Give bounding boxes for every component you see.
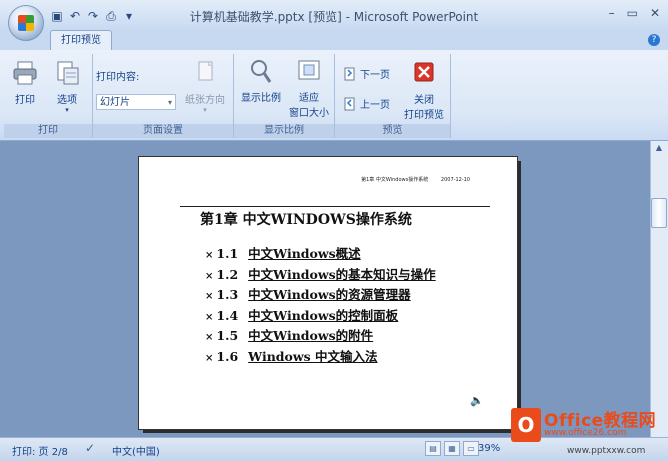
orientation-button: 纸张方向 ▾	[183, 60, 227, 114]
window-title: 计算机基础教学.pptx [预览] - Microsoft PowerPoint	[189, 10, 479, 24]
options-label: 选项	[57, 95, 77, 106]
scroll-up-icon[interactable]: ▲	[652, 143, 666, 155]
slideshow-icon[interactable]: ▭	[463, 441, 479, 456]
vertical-scrollbar[interactable]	[650, 141, 668, 437]
options-button[interactable]: 选项 ▾	[50, 60, 84, 114]
page-setup-group: 打印内容: 幻灯片 ▾ 纸张方向 ▾ 页面设置	[93, 54, 234, 138]
speaker-icon: 🔈	[470, 394, 484, 407]
scrollbar-thumb[interactable]	[651, 198, 667, 228]
close-preview-line1: 关闭	[414, 95, 434, 106]
print-group: 打印 选项 ▾ 打印	[4, 54, 93, 138]
toc-text: Windows 中文输入法	[248, 348, 378, 364]
normal-view-icon[interactable]: ▤	[425, 441, 441, 456]
preview-group: 下一页 上一页 关闭 打印预览 预览	[335, 54, 451, 138]
maximize-button[interactable]: ▭	[627, 6, 638, 20]
toc-text: 中文Windows的控制面板	[248, 307, 399, 323]
fit-window-line1: 适应	[299, 93, 319, 104]
view-buttons: ▤ ▦ ▭	[425, 441, 479, 456]
magnifier-icon	[251, 60, 272, 83]
chevron-down-icon: ▾	[167, 98, 172, 107]
toc-bullet: ×	[205, 311, 214, 323]
office-button[interactable]	[8, 5, 44, 41]
close-preview-line2: 打印预览	[404, 110, 444, 121]
status-page: 打印: 页 2/8	[12, 447, 68, 458]
toc-item: × 1.4 中文Windows的控制面板	[205, 305, 398, 324]
watermark-url: www.office26.com	[544, 428, 627, 438]
page-setup-group-label: 页面设置	[93, 124, 233, 138]
toc-text: 中文Windows的基本知识与操作	[248, 266, 436, 282]
toc-item: × 1.5 中文Windows的附件	[205, 325, 373, 344]
print-what-value: 幻灯片	[100, 97, 130, 108]
close-button[interactable]: ✕	[650, 6, 660, 20]
toc-number: 1.5	[216, 328, 239, 343]
window-controls: – ▭ ✕	[609, 6, 660, 20]
help-button[interactable]: ?	[648, 34, 660, 46]
printer-icon	[13, 61, 37, 85]
toc-text: 中文Windows的资源管理器	[248, 287, 411, 302]
toc-text: 中文Windows的附件	[248, 328, 374, 343]
toc-number: 1.4	[216, 307, 239, 323]
watermark-logo: O	[511, 408, 541, 442]
print-what-select[interactable]: 幻灯片 ▾	[96, 94, 176, 110]
toc-item: × 1.1 中文Windows概述	[205, 243, 361, 262]
options-icon	[57, 61, 79, 85]
chapter-title: 第1章 中文WINDOWS操作系统	[200, 212, 412, 228]
header-rule	[180, 206, 490, 207]
fit-window-line2: 窗口大小	[289, 108, 329, 119]
zoom-level[interactable]: 39%	[478, 443, 500, 454]
fit-window-icon	[298, 60, 320, 80]
preview-group-label: 预览	[335, 124, 450, 138]
print-label: 打印	[15, 95, 35, 106]
prev-page-label: 上一页	[360, 100, 390, 111]
orientation-label: 纸张方向	[185, 95, 225, 106]
close-preview-button[interactable]: 关闭 打印预览	[399, 60, 449, 121]
toc-bullet: ×	[205, 250, 214, 261]
next-page-icon	[344, 67, 355, 80]
toc-text: 中文Windows概述	[248, 246, 361, 261]
zoom-group: 显示比例 适应 窗口大小 显示比例	[234, 54, 335, 138]
tab-print-preview[interactable]: 打印预览	[50, 30, 112, 51]
next-page-label: 下一页	[360, 70, 390, 81]
office-logo-icon	[18, 15, 34, 31]
toc-item: × 1.2 中文Windows的基本知识与操作	[205, 264, 436, 283]
prev-page-button[interactable]: 上一页	[343, 96, 390, 111]
chevron-down-icon: ▾	[65, 106, 69, 114]
print-button[interactable]: 打印	[10, 60, 40, 106]
toc-item: × 1.6 Windows 中文输入法	[205, 346, 378, 365]
toc-bullet: ×	[205, 291, 214, 302]
next-page-button[interactable]: 下一页	[343, 66, 390, 81]
minimize-button[interactable]: –	[609, 6, 615, 20]
toc-bullet: ×	[205, 332, 214, 343]
slide-sorter-icon[interactable]: ▦	[444, 441, 460, 456]
toc-bullet: ×	[205, 270, 214, 282]
page-header: 第1章 中文Windows操作系统 2007-12-10	[361, 177, 470, 183]
zoom-label: 显示比例	[241, 93, 281, 104]
toc-number: 1.6	[216, 348, 239, 364]
toc-number: 1.3	[216, 287, 239, 302]
chevron-down-icon: ▾	[203, 106, 207, 114]
zoom-group-label: 显示比例	[234, 124, 334, 138]
zoom-button[interactable]: 显示比例	[238, 58, 284, 104]
toc-number: 1.1	[216, 246, 239, 261]
spellcheck-icon[interactable]: ✓	[85, 441, 95, 455]
print-what-label: 打印内容:	[96, 72, 140, 83]
orientation-icon	[198, 61, 213, 81]
fit-window-button[interactable]: 适应 窗口大小	[286, 58, 332, 119]
close-preview-icon	[414, 62, 434, 82]
toc-bullet: ×	[205, 352, 214, 364]
watermark-url-secondary: www.pptxxw.com	[567, 446, 646, 456]
status-language[interactable]: 中文(中国)	[112, 443, 160, 458]
print-group-label: 打印	[4, 124, 92, 138]
toc-item: × 1.3 中文Windows的资源管理器	[205, 284, 411, 303]
toc-number: 1.2	[216, 266, 239, 282]
prev-page-icon	[344, 97, 355, 110]
